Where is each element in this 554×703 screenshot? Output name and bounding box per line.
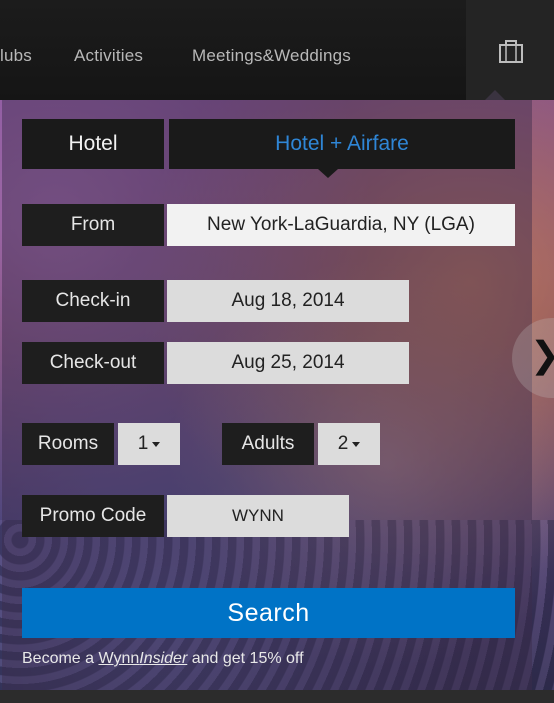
checkin-date-field[interactable]: Aug 18, 2014	[167, 280, 409, 322]
checkin-label: Check-in	[22, 280, 164, 322]
tab-hotel[interactable]: Hotel	[22, 119, 164, 169]
checkout-date-field[interactable]: Aug 25, 2014	[167, 342, 409, 384]
rooms-select[interactable]: 1	[118, 423, 180, 465]
chevron-right-icon: ❯	[530, 334, 554, 376]
rooms-label: Rooms	[22, 423, 114, 465]
insider-prefix: Become a	[22, 650, 99, 667]
nav-item-activities[interactable]: Activities	[74, 46, 143, 66]
rooms-value: 1	[137, 433, 149, 454]
nav-item-meetings-weddings[interactable]: Meetings&Weddings	[192, 46, 351, 66]
promo-code-field[interactable]: WYNN	[167, 495, 349, 537]
adults-select[interactable]: 2	[318, 423, 380, 465]
insider-promo-text: Become a WynnInsider and get 15% off	[22, 650, 304, 668]
panel-pointer	[485, 90, 505, 100]
tab-hotel-airfare[interactable]: Hotel + Airfare	[169, 119, 515, 169]
checkout-label: Check-out	[22, 342, 164, 384]
active-tab-indicator	[318, 169, 338, 178]
adults-label: Adults	[222, 423, 314, 465]
wynn-insider-link[interactable]: WynnInsider	[98, 650, 187, 667]
insider-suffix: and get 15% off	[187, 650, 304, 667]
adults-value: 2	[337, 433, 349, 454]
nav-item-clubs[interactable]: lubs	[0, 46, 32, 66]
shopping-bag-icon	[499, 40, 523, 63]
insider-link-italic: Insider	[139, 650, 188, 667]
search-button[interactable]: Search	[22, 588, 515, 638]
panel-footer-strip	[0, 690, 554, 703]
promo-code-label: Promo Code	[22, 495, 164, 537]
insider-link-plain: Wynn	[98, 650, 140, 667]
top-navigation: lubs Activities Meetings&Weddings	[0, 0, 554, 100]
dropdown-arrow-icon	[352, 441, 361, 447]
dropdown-arrow-icon	[152, 441, 161, 447]
from-label: From	[22, 204, 164, 246]
from-field[interactable]: New York-LaGuardia, NY (LGA)	[167, 204, 515, 246]
booking-bag-button[interactable]	[466, 0, 554, 100]
